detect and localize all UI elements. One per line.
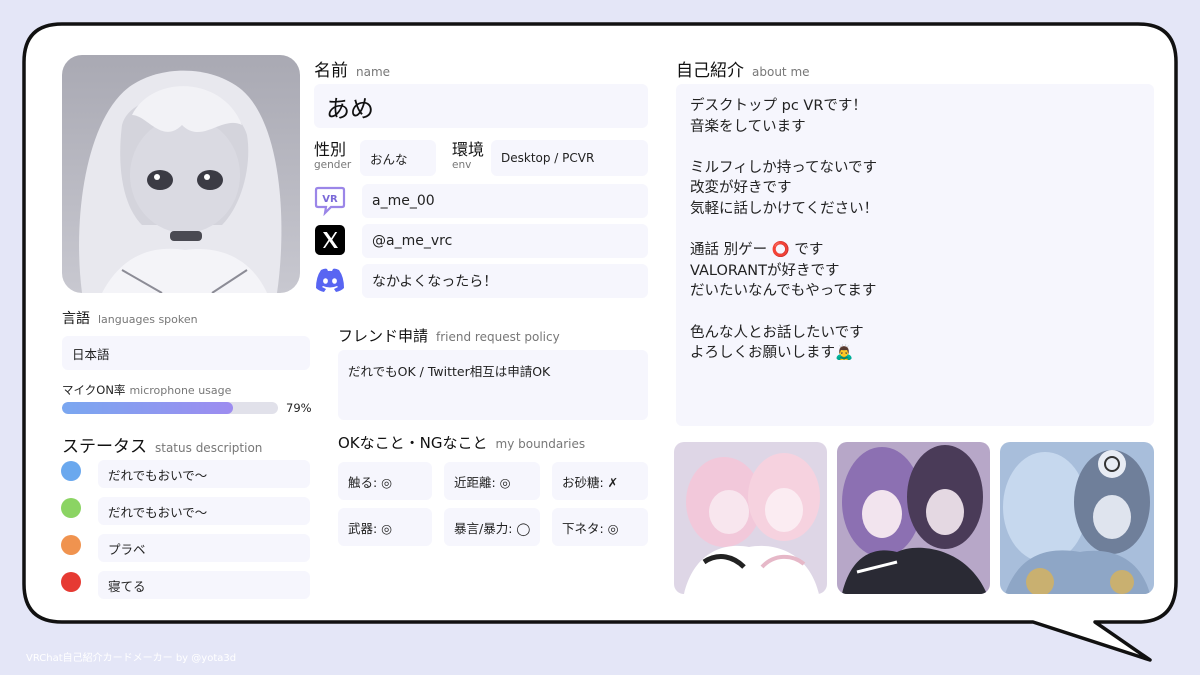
status-description: 寝てる — [108, 578, 146, 594]
about-line: デスクトップ pc VRです！ — [690, 98, 867, 114]
mic-percent: 79% — [286, 401, 312, 415]
gallery-photo-2 — [837, 442, 990, 594]
avatar-photo — [62, 55, 300, 293]
about-field: デスクトップ pc VRです！ 音楽をしていますミルフィしか持ってないです 改変が好… — [676, 84, 1154, 426]
about-line: 音楽をしています — [690, 118, 806, 135]
vrchat-id: a_me_00 — [372, 193, 435, 209]
about-line: 気軽に話しかけてください！ — [690, 200, 879, 217]
boundary-item: 触る: ◎ — [338, 462, 432, 500]
name-label-en: name — [356, 65, 391, 79]
status-description-field: 寝てる — [98, 571, 310, 599]
status-description-field: だれでもおいで〜 — [98, 497, 310, 525]
vrchat-field: a_me_00 — [362, 184, 648, 218]
status-description: だれでもおいで〜 — [108, 504, 208, 520]
boundary-item: お砂糖: ✗ — [552, 462, 648, 500]
discord-icon — [313, 266, 347, 296]
status-description: プラベ — [108, 541, 146, 557]
discord-field: なかよくなったら！ — [362, 264, 648, 298]
gender-value: おんな — [370, 151, 408, 167]
name-value: あめ — [326, 94, 374, 123]
about-line: ミルフィしか持ってないです — [690, 159, 878, 176]
x-icon — [315, 225, 345, 255]
twitter-handle: @a_me_vrc — [372, 233, 453, 249]
about-line — [690, 137, 1140, 158]
boundary-item: 下ネタ: ◎ — [552, 508, 648, 546]
boundary-item: 暴言/暴力: ◯ — [444, 508, 540, 546]
languages-field: 日本語 — [62, 336, 310, 370]
about-line: VALORANTが好きです — [690, 262, 840, 279]
env-field: Desktop / PCVR — [491, 140, 648, 176]
about-line: よろしくお願いします🙇‍♂️ — [690, 345, 854, 362]
status-description-field: プラベ — [98, 534, 310, 562]
boundary-item: 武器: ◎ — [338, 508, 432, 546]
vrchat-icon-text: VR — [322, 194, 338, 205]
about-line — [690, 220, 1140, 241]
name-field: あめ — [314, 84, 648, 128]
languages-header: 言語 languages spoken — [62, 311, 198, 327]
twitter-field: @a_me_vrc — [362, 224, 648, 258]
about-line — [690, 302, 1140, 323]
status-color-dot — [61, 461, 81, 481]
status-description: だれでもおいで〜 — [108, 467, 208, 483]
boundary-item: 近距離: ◎ — [444, 462, 540, 500]
mic-usage-bar — [62, 402, 278, 414]
about-line: だいたいなんでもやってます — [690, 283, 877, 300]
footer-credit: VRChat自己紹介カードメーカー by @yota3d — [26, 653, 237, 664]
about-header: 自己紹介 about me — [676, 61, 810, 81]
friend-request-header: フレンド申請 friend request policy — [338, 327, 560, 345]
gallery-photo-3 — [1000, 442, 1154, 594]
discord-value: なかよくなったら！ — [372, 274, 498, 290]
friend-request-field: だれでもOK / Twitter相互は申請OK — [338, 350, 648, 420]
status-header: ステータス status description — [62, 437, 263, 457]
vrchat-icon: VR — [314, 184, 346, 217]
about-line: 通話 別ゲー ⭕ です — [690, 242, 824, 259]
name-header: 名前 name — [314, 56, 390, 81]
env-label: 環境 env — [452, 140, 485, 171]
about-line: 改変が好きです — [690, 180, 792, 197]
env-value: Desktop / PCVR — [501, 151, 595, 165]
status-description-field: だれでもおいで〜 — [98, 460, 310, 488]
boundaries-header: OKなこと・NGなこと my boundaries — [338, 434, 586, 452]
status-color-dot — [61, 535, 81, 555]
languages-value: 日本語 — [72, 346, 110, 362]
about-line: 色んな人とお話したいです — [690, 324, 864, 341]
friend-request-value: だれでもOK / Twitter相互は申請OK — [348, 364, 551, 379]
status-color-dot — [61, 498, 81, 518]
gallery-photo-1 — [674, 442, 827, 594]
name-label: 名前 — [314, 61, 348, 81]
status-color-dot — [61, 572, 81, 592]
gender-label: 性別 gender — [314, 140, 352, 171]
mic-usage-bar-fill — [62, 402, 233, 414]
gender-field: おんな — [360, 140, 436, 176]
mic-header: マイクON率 microphone usage — [62, 383, 232, 397]
